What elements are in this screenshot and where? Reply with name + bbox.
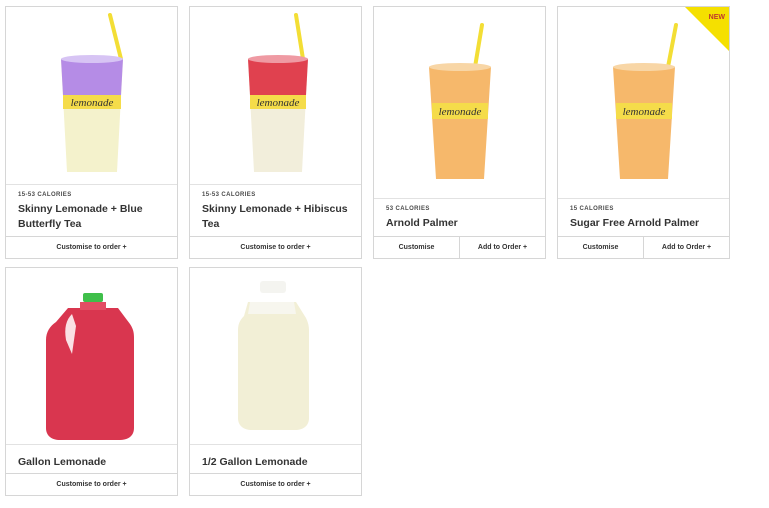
product-name: Gallon Lemonade — [18, 456, 107, 468]
product-card-blue-butterfly[interactable]: lemonade 15-53 CALORIES Skinny Lemonade … — [5, 6, 178, 259]
customise-to-order-button[interactable]: Customise to order + — [190, 474, 361, 495]
product-card-gallon-lemonade[interactable]: Gallon Lemonade Customise to order + — [5, 267, 178, 496]
product-image[interactable]: lemonade — [190, 7, 361, 184]
product-name: Arnold Palmer — [386, 217, 458, 229]
add-to-order-button[interactable]: Add to Order + — [459, 237, 545, 258]
calories-label: 53 CALORIES — [386, 206, 430, 212]
product-name: Skinny Lemonade + Blue Butterfly Tea — [18, 203, 143, 230]
product-card-arnold-palmer[interactable]: lemonade 53 CALORIES Arnold Palmer Custo… — [373, 6, 546, 259]
product-card-sugar-free-arnold-palmer[interactable]: lemonade NEW 15 CALORIES Sugar Free Arno… — [557, 6, 730, 259]
cup-label: lemonade — [439, 106, 482, 118]
customise-button[interactable]: Customise — [558, 237, 643, 258]
product-card-half-gallon-lemonade[interactable]: 1/2 Gallon Lemonade Customise to order + — [189, 267, 362, 496]
calories-label: 15 CALORIES — [570, 206, 614, 212]
calories-label: 15-53 CALORIES — [18, 192, 72, 198]
product-name: 1/2 Gallon Lemonade — [202, 456, 308, 468]
product-image[interactable] — [190, 268, 361, 444]
product-image[interactable]: lemonade — [374, 7, 545, 198]
customise-to-order-button[interactable]: Customise to order + — [190, 237, 361, 258]
customise-button[interactable]: Customise — [374, 237, 459, 258]
cup-label: lemonade — [71, 97, 114, 109]
new-badge-label: NEW — [708, 14, 725, 21]
product-name: Skinny Lemonade + Hibiscus Tea — [202, 203, 348, 230]
add-to-order-button[interactable]: Add to Order + — [643, 237, 729, 258]
product-image[interactable]: lemonade — [6, 7, 177, 184]
product-image[interactable] — [6, 268, 177, 444]
calories-label: 15-53 CALORIES — [202, 192, 256, 198]
customise-to-order-button[interactable]: Customise to order + — [6, 237, 177, 258]
product-name: Sugar Free Arnold Palmer — [570, 217, 700, 229]
cup-label: lemonade — [623, 106, 666, 118]
customise-to-order-button[interactable]: Customise to order + — [6, 474, 177, 495]
cup-label: lemonade — [257, 97, 300, 109]
product-card-hibiscus[interactable]: lemonade 15-53 CALORIES Skinny Lemonade … — [189, 6, 362, 259]
